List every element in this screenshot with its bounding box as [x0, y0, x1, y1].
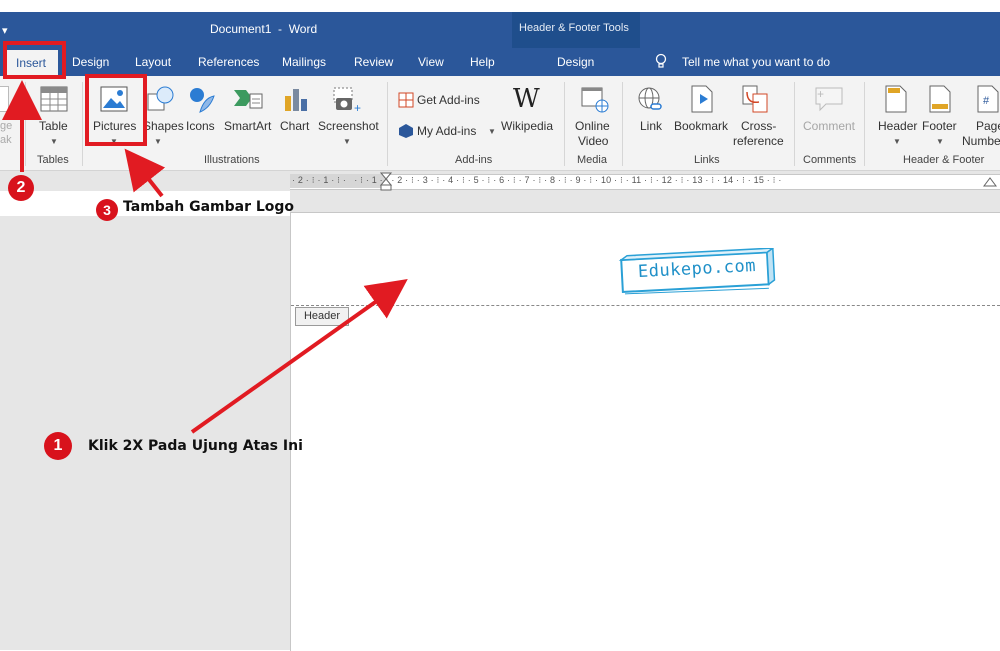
step-2-badge: 2 [8, 175, 34, 201]
arrow-step-3 [124, 148, 166, 198]
step-1-badge: 1 [44, 432, 72, 460]
arrow-step-1 [190, 279, 408, 434]
step-3-text: Tambah Gambar Logo [123, 199, 295, 215]
step-1-text: Klik 2X Pada Ujung Atas Ini [88, 438, 303, 454]
annotation-arrows [2, 80, 408, 434]
step-3-badge: 3 [96, 199, 118, 221]
